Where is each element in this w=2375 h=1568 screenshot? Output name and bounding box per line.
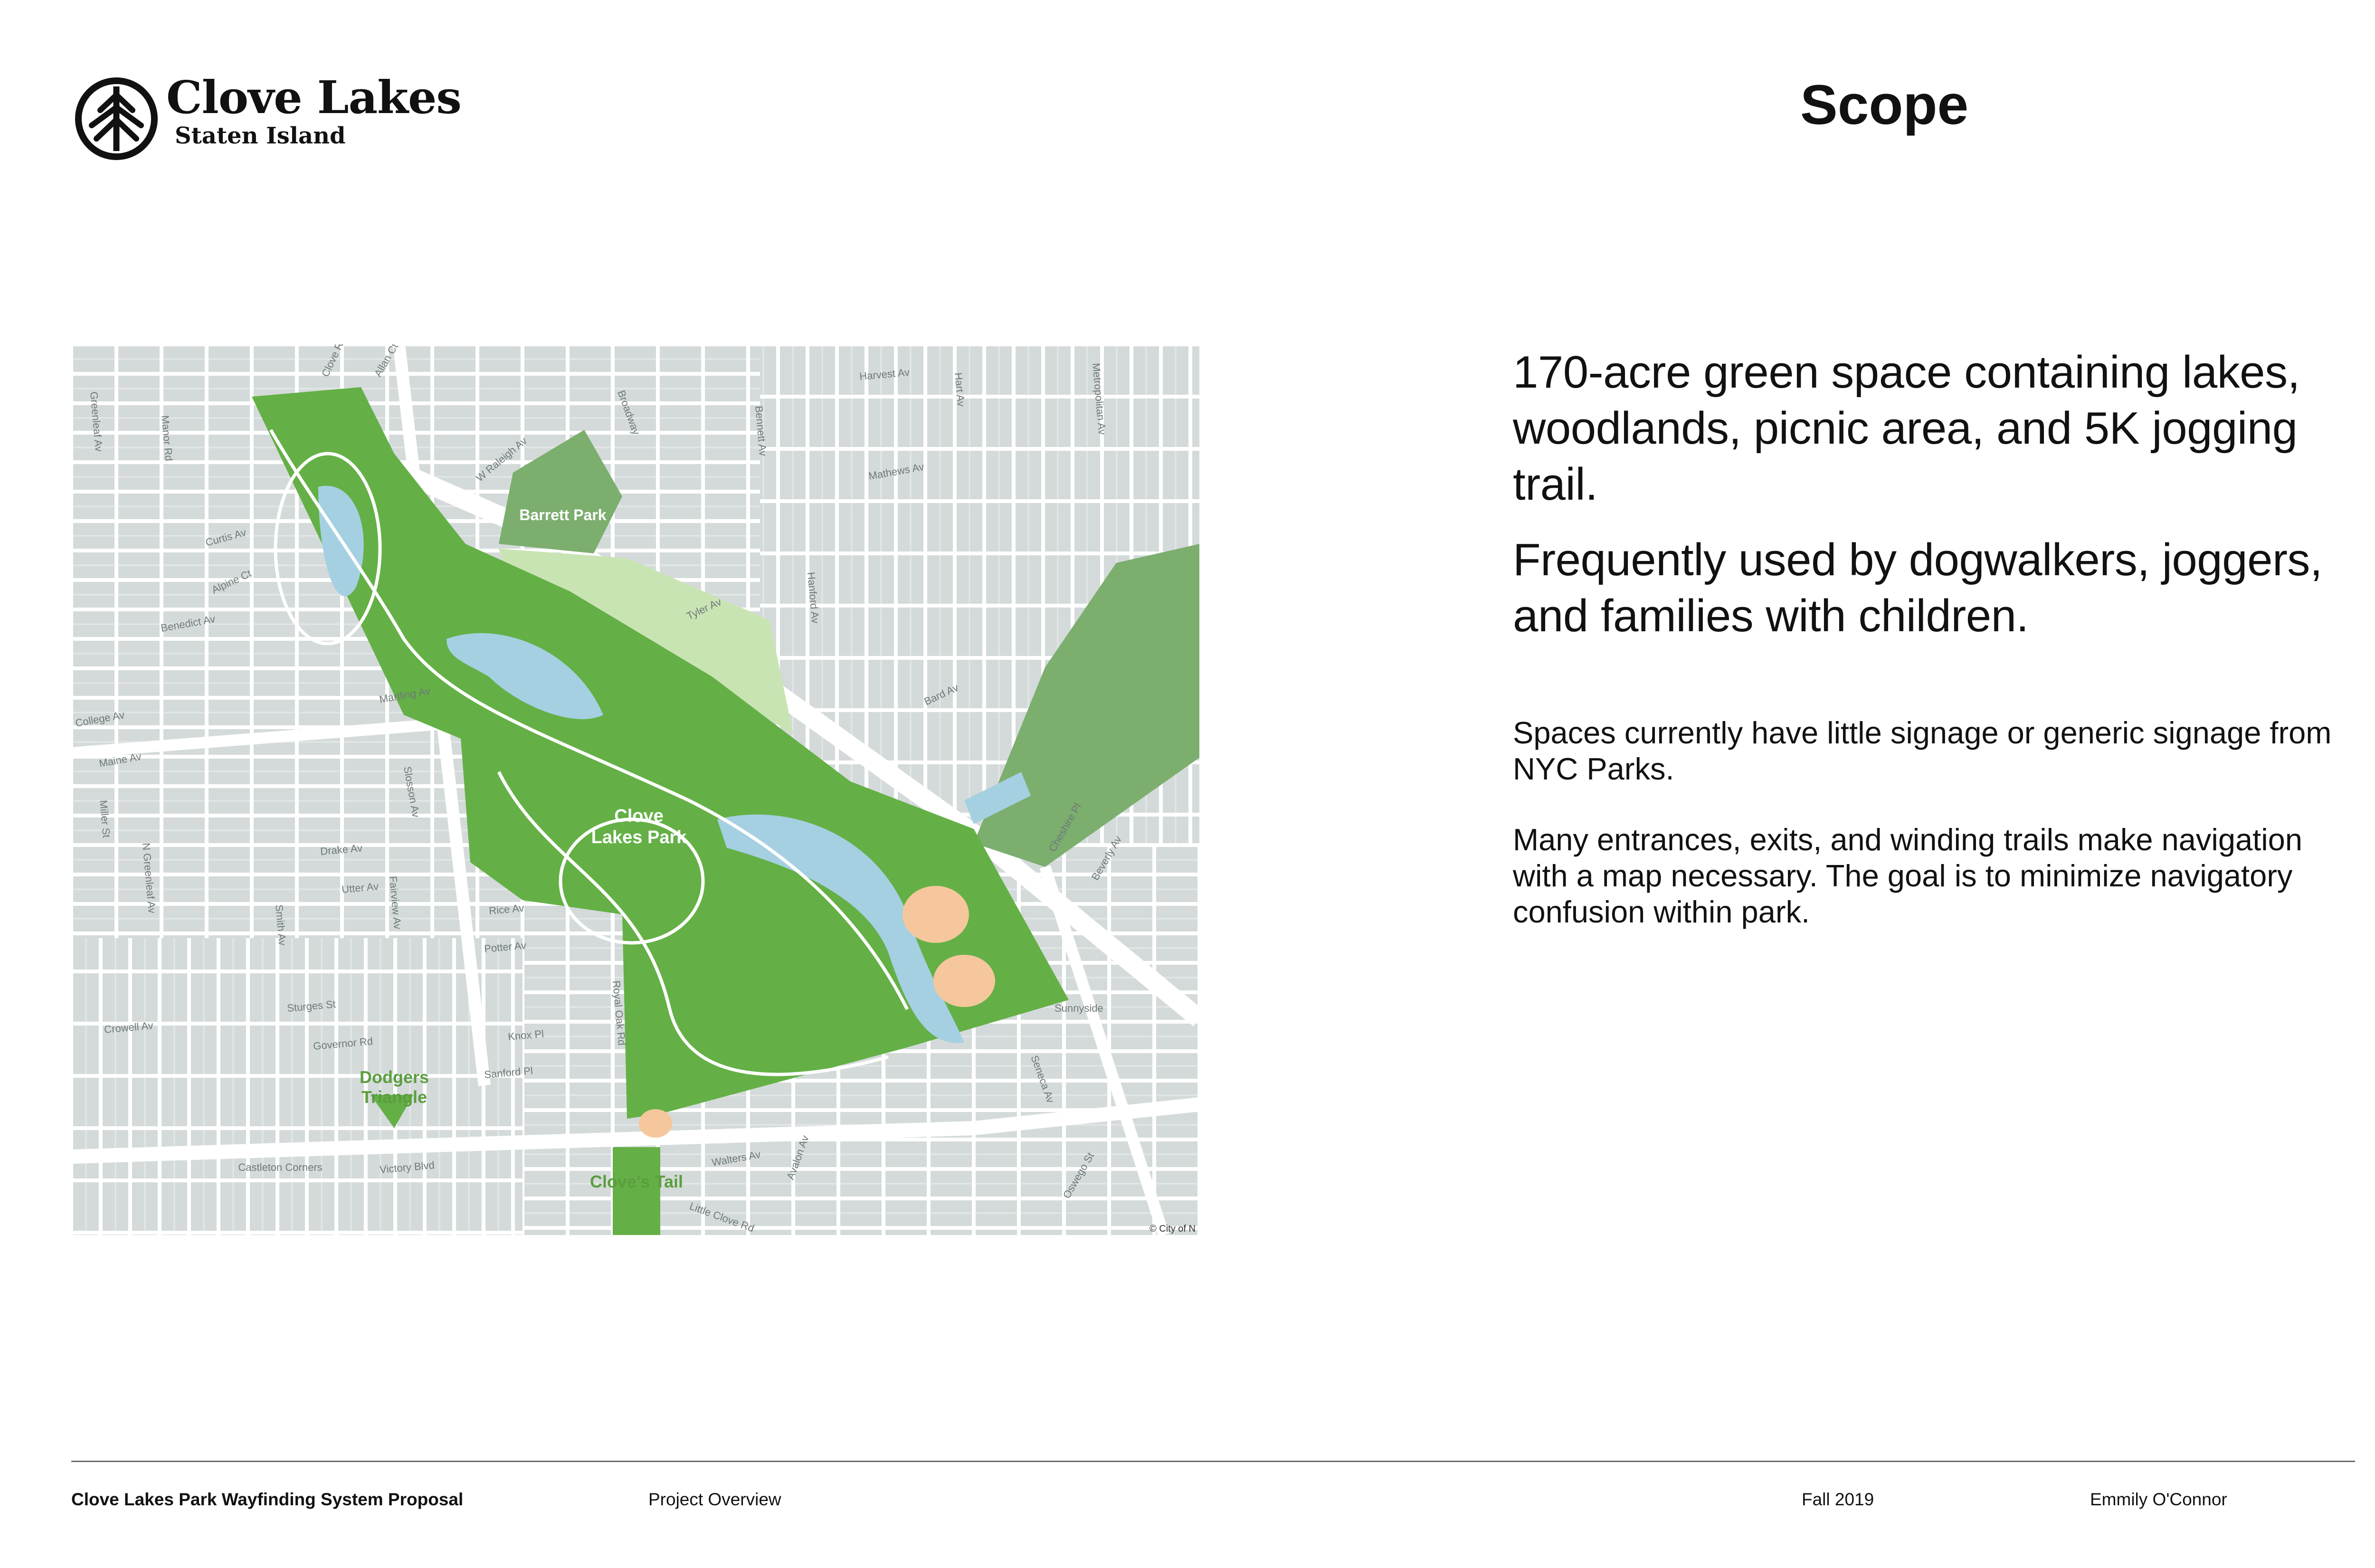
footer-date: Fall 2019 [1802,1490,1874,1509]
footer-divider [71,1461,2355,1462]
footer-author: Emmily O'Connor [2090,1490,2227,1509]
map-label-triangle: Triangle [361,1087,427,1107]
footer-section-name: Project Overview [648,1490,781,1509]
map-label-sunnyside: Sunnyside [1054,1002,1103,1014]
map-attribution: © City of N [1150,1224,1196,1234]
park-map: Clove Lakes Park Barrett Park Dodgers Tr… [71,335,1206,1237]
map-label-clove-lakes-park: Lakes Park [591,827,687,847]
map-label-castleton-corners: Castleton Corners [238,1161,322,1173]
scope-lead-users: Frequently used by dogwalkers, joggers, … [1513,534,2323,641]
scope-lead-acreage: 170-acre green space containing lakes, w… [1513,347,2300,510]
logo-icon [74,76,159,162]
map-ballfield-3 [639,1109,672,1138]
logo-subtitle: Staten Island [175,123,346,149]
map-label-clove: Clove [614,806,663,826]
map-label-barrett-park: Barrett Park [519,506,606,523]
scope-body-signage: Spaces currently have little signage or … [1513,715,2332,786]
map-label-dodgers: Dodgers [360,1067,429,1087]
page-title: Scope [1800,74,1969,136]
map-ballfield-1 [902,886,969,943]
footer-project-title: Clove Lakes Park Wayfinding System Propo… [71,1490,464,1509]
map-ballfield-2 [933,955,995,1007]
logo-title: Clove Lakes [166,71,462,124]
map-urban-southwest [71,938,522,1235]
map-label-cloves-tail: Clove's Tail [590,1172,683,1191]
scope-body-navigation: Many entrances, exits, and winding trail… [1513,822,2302,929]
